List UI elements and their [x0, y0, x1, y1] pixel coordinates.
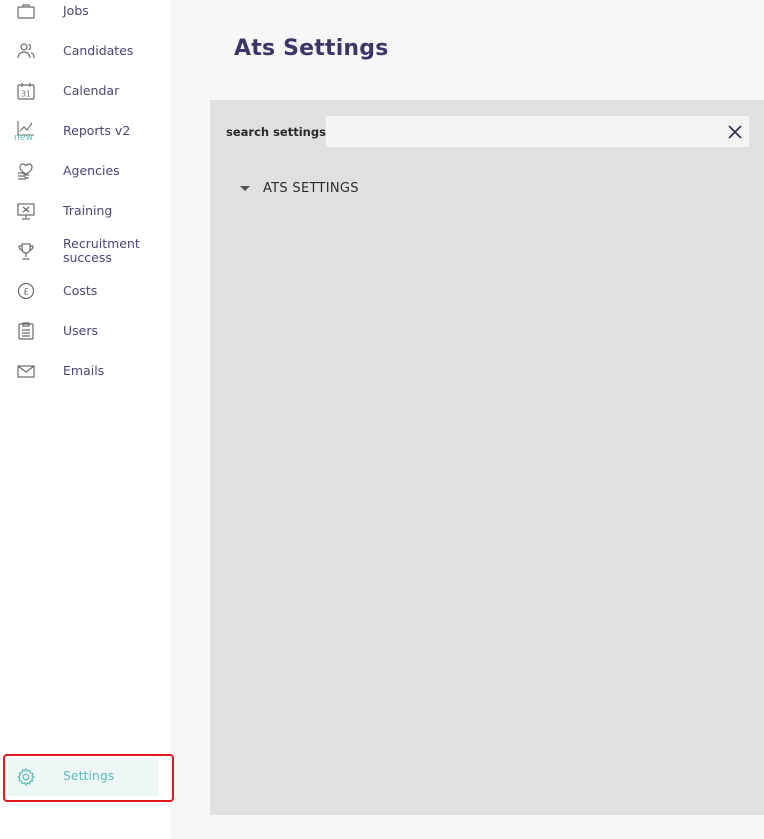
- sidebar-item-label: Calendar: [63, 83, 120, 98]
- envelope-icon: [16, 361, 36, 381]
- sidebar-item-agencies[interactable]: Agencies: [0, 151, 170, 191]
- sidebar-item-label: Training: [63, 203, 113, 218]
- sidebar-item-recruitment-success[interactable]: Recruitment success: [0, 231, 170, 271]
- sidebar-item-candidates[interactable]: Candidates: [0, 31, 170, 71]
- svg-text:31: 31: [21, 90, 31, 99]
- sidebar-item-label: Users: [63, 323, 99, 338]
- svg-text:£: £: [23, 288, 29, 298]
- sidebar-item-settings[interactable]: Settings: [8, 758, 158, 796]
- gear-icon: [16, 767, 36, 787]
- sidebar-item-costs[interactable]: £ Costs: [0, 271, 170, 311]
- sidebar-item-label: Costs: [63, 283, 98, 298]
- tree-node-ats-settings[interactable]: ATS SETTINGS: [240, 179, 359, 197]
- caret-down-icon: [240, 186, 250, 191]
- sidebar-item-calendar[interactable]: 31 Calendar: [0, 71, 170, 111]
- sidebar-item-emails[interactable]: Emails: [0, 351, 170, 391]
- page-title: Ats Settings: [234, 36, 389, 61]
- presentation-icon: [16, 201, 36, 221]
- trophy-icon: [16, 241, 36, 261]
- users-icon: [16, 41, 36, 61]
- sidebar-item-label: Candidates: [63, 43, 134, 58]
- sidebar-item-reports-v2[interactable]: new Reports v2: [0, 111, 170, 151]
- close-icon: [728, 125, 742, 139]
- sidebar-item-label: Settings: [63, 768, 115, 783]
- tree-node-label: ATS SETTINGS: [263, 180, 359, 196]
- handshake-icon: [16, 161, 36, 181]
- calendar-icon: 31: [16, 81, 36, 101]
- briefcase-icon: [16, 1, 36, 21]
- search-label: search settings: [226, 125, 326, 139]
- sidebar-item-users[interactable]: Users: [0, 311, 170, 351]
- sidebar-item-label: Jobs: [63, 3, 89, 18]
- pound-coin-icon: £: [16, 281, 36, 301]
- sidebar-item-jobs[interactable]: Jobs: [0, 0, 170, 31]
- new-badge: new: [14, 133, 34, 143]
- search-input[interactable]: [326, 116, 749, 147]
- sidebar-item-label: Emails: [63, 363, 105, 378]
- sidebar-item-label: Recruitment success: [63, 236, 140, 265]
- settings-panel: search settings ATS SETTINGS: [210, 100, 764, 815]
- sidebar: Jobs Candidates 31 Calendar new Reports …: [0, 0, 174, 839]
- clipboard-icon: [16, 321, 36, 341]
- sidebar-item-training[interactable]: Training: [0, 191, 170, 231]
- sidebar-item-label: Reports v2: [63, 123, 131, 138]
- sidebar-item-label: Agencies: [63, 163, 120, 178]
- clear-search-button[interactable]: [726, 123, 744, 141]
